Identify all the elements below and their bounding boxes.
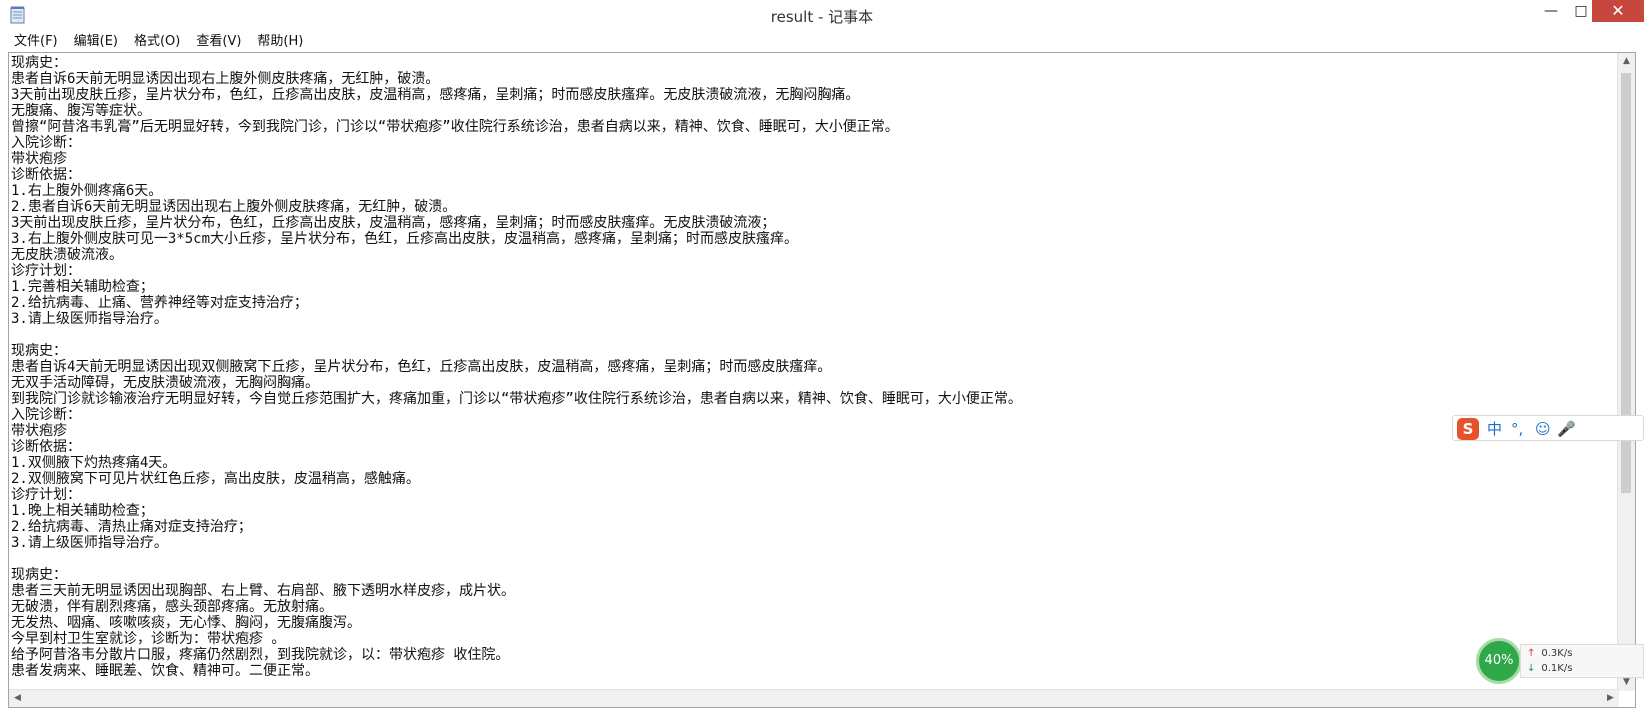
text-line[interactable]: 曾擦“阿昔洛韦乳膏”后无明显好转，今到我院门诊，门诊以“带状疱疹”收住院行系统诊… <box>11 119 1611 135</box>
text-line[interactable]: 无双手活动障碍，无皮肤溃破流液，无胸闷胸痛。 <box>11 375 1611 391</box>
text-line[interactable]: 患者三天前无明显诱因出现胸部、右上臂、右肩部、腋下透明水样皮疹，成片状。 <box>11 583 1611 599</box>
text-line[interactable]: 带状疱疹 <box>11 423 1611 439</box>
menu-format[interactable]: 格式(O) <box>128 31 186 53</box>
network-usage-ring[interactable]: 40% <box>1476 638 1522 684</box>
ime-punctuation-icon[interactable]: °, <box>1511 419 1523 439</box>
download-row: ↓ 0.1K/s <box>1527 662 1572 676</box>
upload-speed: 0.3K/s <box>1541 648 1573 659</box>
sogou-logo-icon[interactable]: S <box>1457 418 1479 440</box>
window-title: result - 记事本 <box>770 8 874 26</box>
ime-chinese-mode[interactable]: 中 <box>1487 419 1502 439</box>
scroll-right-arrow-icon[interactable]: ▶ <box>1602 690 1619 707</box>
text-line[interactable]: 2.给抗病毒、止痛、营养神经等对症支持治疗； <box>11 295 1611 311</box>
text-line[interactable]: 患者自诉6天前无明显诱因出现右上腹外侧皮肤疼痛，无红肿，破溃。 <box>11 71 1611 87</box>
upload-arrow-icon: ↑ <box>1527 648 1536 659</box>
text-content[interactable]: 现病史： 患者自诉6天前无明显诱因出现右上腹外侧皮肤疼痛，无红肿，破溃。 3天前出现… <box>11 55 1611 685</box>
minimize-button[interactable]: — <box>1536 0 1566 22</box>
text-line[interactable]: 给予阿昔洛韦分散片口服，疼痛仍然剧烈，到我院就诊，以：带状疱疹 收住院。 <box>11 647 1611 663</box>
text-line[interactable]: 患者自诉4天前无明显诱因出现双侧腋窝下丘疹，呈片状分布，色红，丘疹高出皮肤，皮温… <box>11 359 1611 375</box>
menu-edit[interactable]: 编辑(E) <box>68 31 124 53</box>
menu-view[interactable]: 查看(V) <box>190 31 247 53</box>
scroll-left-arrow-icon[interactable]: ◀ <box>9 690 26 707</box>
text-line[interactable]: 3.请上级医师指导治疗。 <box>11 535 1611 551</box>
download-arrow-icon: ↓ <box>1527 663 1536 674</box>
text-line[interactable]: 2.给抗病毒、清热止痛对症支持治疗； <box>11 519 1611 535</box>
text-line[interactable]: 诊断依据： <box>11 167 1611 183</box>
text-line[interactable]: 现病史： <box>11 343 1611 359</box>
text-editor[interactable]: 现病史： 患者自诉6天前无明显诱因出现右上腹外侧皮肤疼痛，无红肿，破溃。 3天前出现… <box>8 52 1636 708</box>
ime-voice-icon[interactable]: 🎤 <box>1557 419 1576 439</box>
text-line[interactable]: 到我院门诊就诊输液治疗无明显好转，今自觉丘疹范围扩大，疼痛加重，门诊以“带状疱疹… <box>11 391 1611 407</box>
text-line[interactable]: 1.右上腹外侧疼痛6天。 <box>11 183 1611 199</box>
text-line[interactable]: 1.完善相关辅助检查； <box>11 279 1611 295</box>
text-line[interactable]: 诊疗计划： <box>11 487 1611 503</box>
text-line[interactable]: 诊断依据： <box>11 439 1611 455</box>
text-line[interactable]: 3天前出现皮肤丘疹，呈片状分布，色红，丘疹高出皮肤，皮温稍高，感疼痛，呈刺痛；时… <box>11 215 1611 231</box>
menu-file[interactable]: 文件(F) <box>8 31 64 53</box>
text-line[interactable]: 2.患者自诉6天前无明显诱因出现右上腹外侧皮肤疼痛，无红肿，破溃。 <box>11 199 1611 215</box>
text-line[interactable]: 无破溃，伴有剧烈疼痛，感头颈部疼痛。无放射痛。 <box>11 599 1611 615</box>
text-line[interactable] <box>11 551 1611 567</box>
title-bar: result - 记事本 — □ ✕ <box>0 0 1644 31</box>
text-line[interactable]: 诊疗计划： <box>11 263 1611 279</box>
text-line[interactable]: 3.右上腹外侧皮肤可见一3*5cm大小丘疹，呈片状分布，色红，丘疹高出皮肤，皮温… <box>11 231 1611 247</box>
text-line[interactable]: 3天前出现皮肤丘疹，呈片状分布，色红，丘疹高出皮肤，皮温稍高，感疼痛，呈刺痛；时… <box>11 87 1611 103</box>
text-line[interactable]: 现病史： <box>11 55 1611 71</box>
text-line[interactable] <box>11 327 1611 343</box>
text-line[interactable]: 1.双侧腋下灼热疼痛4天。 <box>11 455 1611 471</box>
menu-help[interactable]: 帮助(H) <box>251 31 309 53</box>
ime-toolbar[interactable]: S 中 °, ☺ 🎤 <box>1452 415 1644 441</box>
horizontal-scrollbar[interactable]: ◀ ▶ <box>9 689 1619 707</box>
text-line[interactable]: 入院诊断： <box>11 135 1611 151</box>
close-button[interactable]: ✕ <box>1592 0 1644 22</box>
text-line[interactable]: 入院诊断： <box>11 407 1611 423</box>
text-line[interactable]: 带状疱疹 <box>11 151 1611 167</box>
text-line[interactable]: 无发热、咽痛、咳嗽咳痰，无心悸、胸闷，无腹痛腹泻。 <box>11 615 1611 631</box>
vertical-scrollbar[interactable]: ▲ ▼ <box>1617 53 1635 691</box>
scroll-up-arrow-icon[interactable]: ▲ <box>1618 53 1635 70</box>
upload-row: ↑ 0.3K/s <box>1527 647 1572 661</box>
text-line[interactable]: 今早到村卫生室就诊，诊断为：带状疱疹 。 <box>11 631 1611 647</box>
text-line[interactable]: 患者发病来、睡眠差、饮食、精神可。二便正常。 <box>11 663 1611 679</box>
text-line[interactable]: 1.晚上相关辅助检查； <box>11 503 1611 519</box>
menu-bar: 文件(F) 编辑(E) 格式(O) 查看(V) 帮助(H) <box>0 30 1644 52</box>
network-speed-panel: ↑ 0.3K/s ↓ 0.1K/s <box>1520 644 1644 678</box>
ime-emoji-icon[interactable]: ☺ <box>1535 419 1551 439</box>
text-line[interactable]: 无腹痛、腹泻等症状。 <box>11 103 1611 119</box>
text-line[interactable]: 现病史： <box>11 567 1611 583</box>
text-line[interactable]: 无皮肤溃破流液。 <box>11 247 1611 263</box>
text-line[interactable]: 3.请上级医师指导治疗。 <box>11 311 1611 327</box>
download-speed: 0.1K/s <box>1541 663 1573 674</box>
text-line[interactable]: 2.双侧腋窝下可见片状红色丘疹，高出皮肤，皮温稍高，感触痛。 <box>11 471 1611 487</box>
